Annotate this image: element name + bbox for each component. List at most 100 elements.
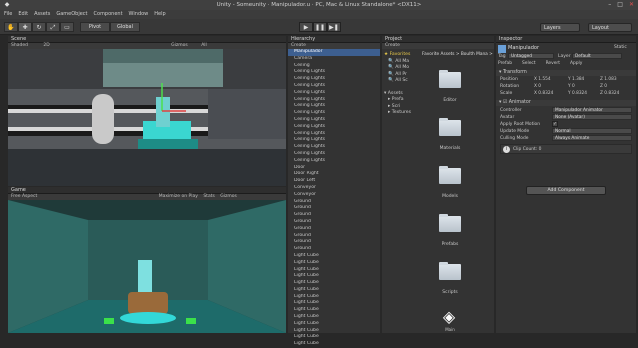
static-toggle[interactable]: Static xyxy=(614,45,627,50)
hierarchy-item[interactable]: Conveyor xyxy=(288,192,380,199)
rotate-tool-icon[interactable]: ↻ xyxy=(32,22,46,32)
hierarchy-item[interactable]: Light Cube xyxy=(288,294,380,301)
step-icon[interactable]: ▶❚ xyxy=(327,22,341,32)
scale-y-field[interactable]: Y 0.8324 xyxy=(568,91,587,96)
avatar-field[interactable]: None (Avatar) xyxy=(552,114,632,120)
scale-tool-icon[interactable]: ⤢ xyxy=(46,22,60,32)
hierarchy-item[interactable]: Ceiling Lights xyxy=(288,117,380,124)
hierarchy-item[interactable]: Camera xyxy=(288,56,380,63)
hierarchy-item[interactable]: Light Cube xyxy=(288,267,380,274)
hierarchy-item[interactable]: Door Right xyxy=(288,171,380,178)
close-icon[interactable]: ✕ xyxy=(629,0,634,10)
shaded-dropdown[interactable]: Shaded xyxy=(11,43,28,48)
hierarchy-item[interactable]: Light Cube xyxy=(288,300,380,307)
aspect-dropdown[interactable]: Free Aspect xyxy=(11,194,37,199)
hierarchy-item[interactable]: Light Cube xyxy=(288,287,380,294)
scene-gizmos-dropdown[interactable]: Gizmos xyxy=(171,43,188,48)
object-name-field[interactable]: Manipulador xyxy=(508,45,539,51)
menu-edit[interactable]: Edit xyxy=(18,10,28,19)
update-mode-dropdown[interactable]: Normal xyxy=(552,128,632,134)
project-tab[interactable]: Project xyxy=(382,36,494,43)
minimize-icon[interactable]: – xyxy=(608,0,611,10)
hierarchy-item[interactable]: Light Cube xyxy=(288,280,380,287)
hierarchy-item[interactable]: Conveyor xyxy=(288,185,380,192)
hierarchy-item[interactable]: Ceiling Lights xyxy=(288,131,380,138)
transform-header[interactable]: ▾ Transform xyxy=(496,70,636,76)
rect-tool-icon[interactable]: ▭ xyxy=(60,22,74,32)
hierarchy-item[interactable]: Light Cube xyxy=(288,260,380,267)
layout-dropdown[interactable]: Layout xyxy=(588,23,632,32)
hand-tool-icon[interactable]: ✋ xyxy=(4,22,18,32)
project-create-button[interactable]: Create xyxy=(382,43,494,49)
hierarchy-item[interactable]: Ceiling Lights xyxy=(288,103,380,110)
scene-search[interactable]: All xyxy=(201,43,207,48)
hierarchy-item[interactable]: Ceiling Lights xyxy=(288,158,380,165)
play-icon[interactable]: ▶ xyxy=(299,22,313,32)
prefab-select-button[interactable]: Select xyxy=(522,61,536,66)
hierarchy-item[interactable]: Ceiling Lights xyxy=(288,97,380,104)
hierarchy-item[interactable]: Light Cube xyxy=(288,314,380,321)
stats-toggle[interactable]: Stats xyxy=(203,194,215,199)
menu-component[interactable]: Component xyxy=(94,10,123,19)
hierarchy-item[interactable]: Light Cube xyxy=(288,321,380,328)
hierarchy-item[interactable]: Ground xyxy=(288,233,380,240)
position-x-field[interactable]: X 1.554 xyxy=(534,77,551,82)
hierarchy-item[interactable]: Light Cube xyxy=(288,341,380,348)
hierarchy-item[interactable]: Door Left xyxy=(288,178,380,185)
add-component-button[interactable]: Add Component xyxy=(526,186,606,195)
layer-dropdown[interactable]: Default xyxy=(572,53,622,59)
rotation-z-field[interactable]: Z 0 xyxy=(600,84,607,89)
hierarchy-item[interactable]: Ground xyxy=(288,199,380,206)
menu-file[interactable]: File xyxy=(4,10,12,19)
scale-x-field[interactable]: X 0.8324 xyxy=(534,91,553,96)
hierarchy-item[interactable]: Ceiling Lights xyxy=(288,110,380,117)
hierarchy-item[interactable]: Door xyxy=(288,165,380,172)
fav-item[interactable]: 🔍 All Sc xyxy=(384,78,420,85)
pause-icon[interactable]: ❚❚ xyxy=(313,22,327,32)
game-gizmos-dropdown[interactable]: Gizmos xyxy=(220,194,237,199)
inspector-tab[interactable]: Inspector xyxy=(496,36,636,43)
hierarchy-item[interactable]: Ground xyxy=(288,219,380,226)
global-toggle[interactable]: Global xyxy=(110,22,140,32)
hierarchy-item[interactable]: Ceiling Lights xyxy=(288,144,380,151)
hierarchy-item[interactable]: Light Cube xyxy=(288,253,380,260)
hierarchy-item[interactable]: Manipulador xyxy=(288,49,380,56)
hierarchy-item[interactable]: Light Cube xyxy=(288,307,380,314)
menu-help[interactable]: Help xyxy=(154,10,165,19)
maximize-on-play-toggle[interactable]: Maximize on Play xyxy=(159,194,198,199)
hierarchy-item[interactable]: Ceiling Lights xyxy=(288,137,380,144)
prefab-apply-button[interactable]: Apply xyxy=(570,61,582,66)
root-motion-checkbox[interactable]: ✓ xyxy=(552,121,558,127)
hierarchy-item[interactable]: Ceiling Lights xyxy=(288,124,380,131)
hierarchy-item[interactable]: Ground xyxy=(288,239,380,246)
menu-assets[interactable]: Assets xyxy=(34,10,50,19)
tree-item[interactable]: ▸ Textures xyxy=(384,110,420,117)
hierarchy-item[interactable]: Ceiling Lights xyxy=(288,76,380,83)
hierarchy-item[interactable]: Light Cube xyxy=(288,334,380,341)
animator-header[interactable]: ▾ ☑ Animator xyxy=(496,100,636,106)
hierarchy-item[interactable]: Ceiling Lights xyxy=(288,90,380,97)
hierarchy-item[interactable]: Ceiling Lights xyxy=(288,83,380,90)
prefab-revert-button[interactable]: Revert xyxy=(546,61,560,66)
move-tool-icon[interactable]: ✚ xyxy=(18,22,32,32)
rotation-x-field[interactable]: X 0 xyxy=(534,84,541,89)
tag-dropdown[interactable]: Untagged xyxy=(508,53,554,59)
hierarchy-item[interactable]: Ceiling Lights xyxy=(288,69,380,76)
maximize-icon[interactable]: □ xyxy=(617,0,623,10)
menu-window[interactable]: Window xyxy=(129,10,149,19)
hierarchy-item[interactable]: Ground xyxy=(288,226,380,233)
hierarchy-item[interactable]: Ceiling Lights xyxy=(288,151,380,158)
hierarchy-item[interactable]: Light Cube xyxy=(288,328,380,335)
scene-viewport[interactable] xyxy=(8,49,286,186)
position-y-field[interactable]: Y 1.384 xyxy=(568,77,584,82)
hierarchy-item[interactable]: Ground xyxy=(288,212,380,219)
scale-z-field[interactable]: Z 0.8324 xyxy=(600,91,619,96)
menu-gameobject[interactable]: GameObject xyxy=(56,10,87,19)
pivot-toggle[interactable]: Pivot xyxy=(80,22,110,32)
culling-mode-dropdown[interactable]: Always Animate xyxy=(552,135,632,141)
position-z-field[interactable]: Z 1.083 xyxy=(600,77,617,82)
hierarchy-tab[interactable]: Hierarchy xyxy=(288,36,380,43)
hierarchy-item[interactable]: Ceiling xyxy=(288,63,380,70)
mode-2d-toggle[interactable]: 2D xyxy=(43,43,49,48)
scene-tab[interactable]: Scene xyxy=(8,36,286,43)
